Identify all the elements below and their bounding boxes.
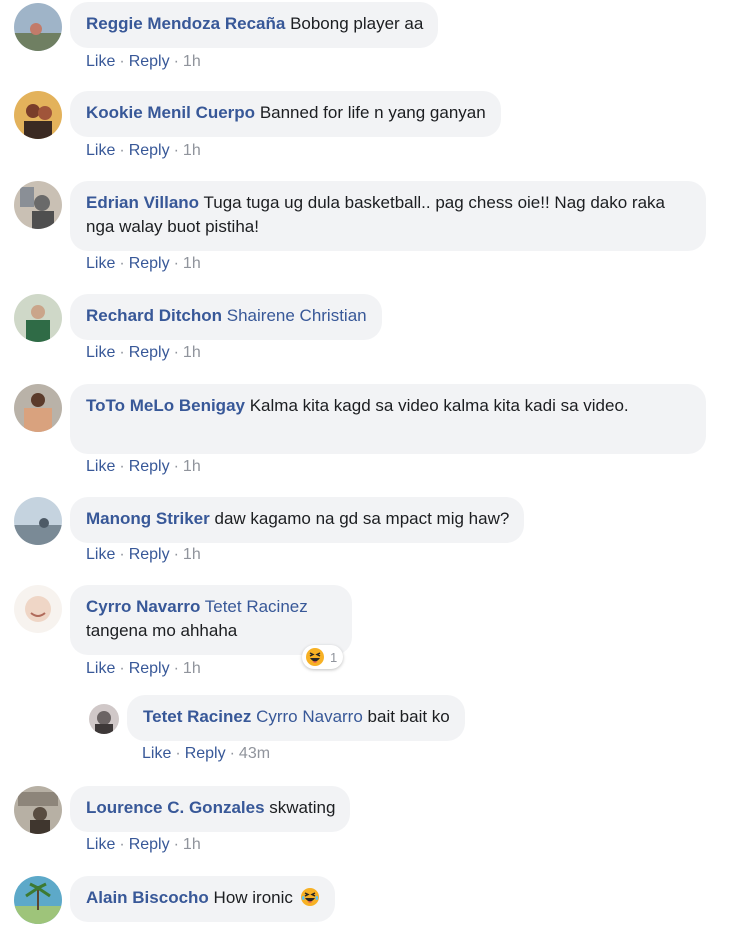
comment-text: Bobong player aa: [290, 14, 424, 33]
like-link[interactable]: Like: [86, 660, 115, 677]
separator: ·: [173, 53, 179, 70]
laughing-emoji-icon: [300, 888, 319, 907]
comment-author[interactable]: Rechard Ditchon: [86, 306, 222, 325]
separator: ·: [119, 142, 125, 159]
comment-text: skwating: [269, 798, 336, 817]
comment-timestamp[interactable]: 1h: [183, 836, 201, 853]
separator: ·: [119, 660, 125, 677]
comment-bubble: ToTo MeLo Benigay Kalma kita kagd sa vid…: [70, 384, 706, 454]
comment-timestamp[interactable]: 1h: [183, 53, 201, 70]
comment-author[interactable]: Manong Striker: [86, 509, 210, 528]
reply-link[interactable]: Reply: [129, 142, 170, 159]
comment-actions: Like · Reply · 1h: [86, 255, 201, 273]
comment-timestamp[interactable]: 43m: [239, 745, 270, 762]
avatar[interactable]: [14, 294, 62, 342]
comment-actions: Like · Reply · 43m: [142, 745, 270, 763]
separator: ·: [173, 255, 179, 272]
comment-actions: Like · Reply · 1h: [86, 660, 201, 678]
like-link[interactable]: Like: [86, 142, 115, 159]
comment-timestamp[interactable]: 1h: [183, 546, 201, 563]
like-link[interactable]: Like: [86, 458, 115, 475]
comment-timestamp[interactable]: 1h: [183, 458, 201, 475]
avatar[interactable]: [14, 181, 62, 229]
separator: ·: [119, 836, 125, 853]
avatar[interactable]: [89, 704, 119, 734]
separator: ·: [119, 255, 125, 272]
comment-timestamp[interactable]: 1h: [183, 660, 201, 677]
mention-link[interactable]: Tetet Racinez: [205, 597, 308, 616]
reaction-count: 1: [330, 649, 338, 665]
comment-timestamp[interactable]: 1h: [183, 255, 201, 272]
comment-author[interactable]: ToTo MeLo Benigay: [86, 396, 245, 415]
comment-author[interactable]: Reggie Mendoza Recaña: [86, 14, 285, 33]
reply-link[interactable]: Reply: [129, 546, 170, 563]
comment-actions: Like · Reply · 1h: [86, 142, 201, 160]
comment-bubble: Rechard Ditchon Shairene Christian: [70, 294, 382, 340]
comment-timestamp[interactable]: 1h: [183, 344, 201, 361]
separator: ·: [173, 836, 179, 853]
separator: ·: [173, 660, 179, 677]
avatar[interactable]: [14, 3, 62, 51]
mention-link[interactable]: Cyrro Navarro: [256, 707, 363, 726]
like-link[interactable]: Like: [86, 255, 115, 272]
comment-bubble: Edrian Villano Tuga tuga ug dula basketb…: [70, 181, 706, 251]
like-link[interactable]: Like: [86, 836, 115, 853]
comment-text: How ironic: [213, 888, 293, 907]
comment-text: Banned for life n yang ganyan: [259, 103, 486, 122]
separator: ·: [119, 53, 125, 70]
comment-bubble: Tetet Racinez Cyrro Navarro bait bait ko: [127, 695, 465, 741]
like-link[interactable]: Like: [86, 344, 115, 361]
comment-author[interactable]: Alain Biscocho: [86, 888, 209, 907]
comment-text: Kalma kita kagd sa video kalma kita kadi…: [249, 396, 629, 415]
avatar[interactable]: [14, 876, 62, 924]
comment-bubble: Lourence C. Gonzales skwating: [70, 786, 351, 832]
like-link[interactable]: Like: [86, 546, 115, 563]
separator: ·: [173, 458, 179, 475]
comment-author[interactable]: Tetet Racinez: [143, 707, 251, 726]
like-link[interactable]: Like: [86, 53, 115, 70]
comment-actions: Like · Reply · 1h: [86, 458, 201, 476]
comment-actions: Like · Reply · 1h: [86, 344, 201, 362]
comment-actions: Like · Reply · 1h: [86, 53, 201, 71]
like-link[interactable]: Like: [142, 745, 171, 762]
comment-author[interactable]: Lourence C. Gonzales: [86, 798, 265, 817]
reply-link[interactable]: Reply: [129, 660, 170, 677]
reply-link[interactable]: Reply: [129, 255, 170, 272]
comment-timestamp[interactable]: 1h: [183, 142, 201, 159]
reply-link[interactable]: Reply: [129, 836, 170, 853]
comment-author[interactable]: Kookie Menil Cuerpo: [86, 103, 255, 122]
comment-text: bait bait ko: [367, 707, 450, 726]
reply-link[interactable]: Reply: [129, 458, 170, 475]
separator: ·: [175, 745, 181, 762]
comment-bubble: Reggie Mendoza Recaña Bobong player aa: [70, 2, 439, 48]
reply-link[interactable]: Reply: [129, 344, 170, 361]
separator: ·: [173, 142, 179, 159]
separator: ·: [173, 546, 179, 563]
separator: ·: [173, 344, 179, 361]
comment-actions: Like · Reply · 1h: [86, 546, 201, 564]
separator: ·: [119, 458, 125, 475]
separator: ·: [119, 344, 125, 361]
avatar[interactable]: [14, 497, 62, 545]
comment-text: tangena mo ahhaha: [86, 621, 238, 640]
comment-author[interactable]: Edrian Villano: [86, 193, 199, 212]
comment-text: daw kagamo na gd sa mpact mig haw?: [214, 509, 510, 528]
comment-bubble: Alain Biscocho How ironic: [70, 876, 335, 922]
reply-link[interactable]: Reply: [185, 745, 226, 762]
separator: ·: [119, 546, 125, 563]
comment-bubble: Manong Striker daw kagamo na gd sa mpact…: [70, 497, 525, 543]
reaction-badge[interactable]: 1: [302, 645, 344, 669]
avatar[interactable]: [14, 585, 62, 633]
separator: ·: [229, 745, 235, 762]
avatar[interactable]: [14, 91, 62, 139]
comment-author[interactable]: Cyrro Navarro: [86, 597, 200, 616]
mention-link[interactable]: Shairene Christian: [227, 306, 367, 325]
reply-link[interactable]: Reply: [129, 53, 170, 70]
avatar[interactable]: [14, 384, 62, 432]
comment-actions: Like · Reply · 1h: [86, 836, 201, 854]
comment-bubble: Kookie Menil Cuerpo Banned for life n ya…: [70, 91, 501, 137]
haha-reaction-icon: [306, 648, 324, 666]
avatar[interactable]: [14, 786, 62, 834]
